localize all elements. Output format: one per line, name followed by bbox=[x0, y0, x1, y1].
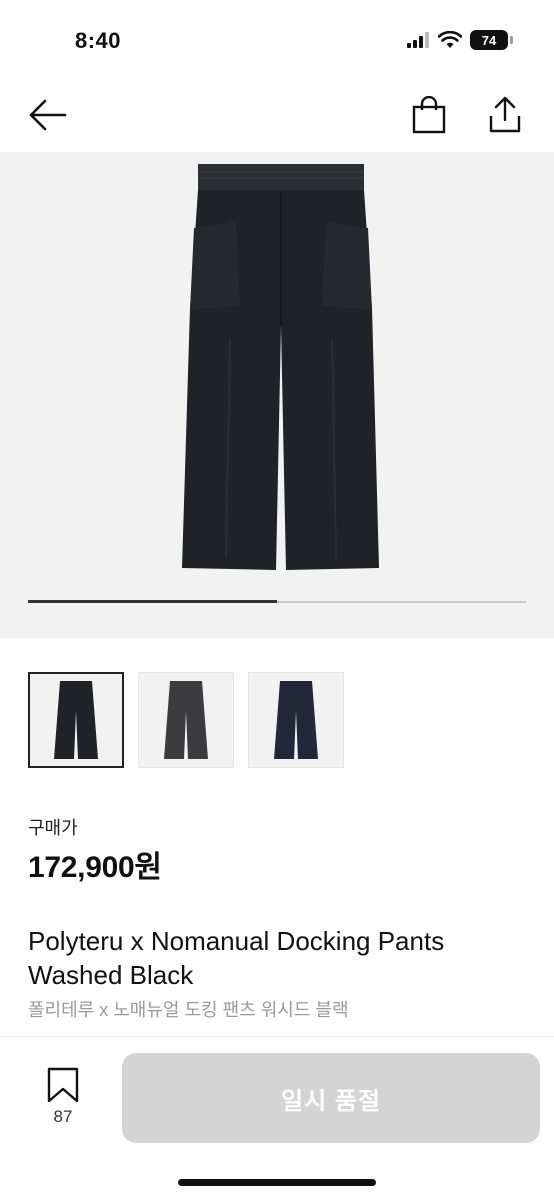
home-indicator bbox=[178, 1179, 376, 1186]
thumbnail-image bbox=[54, 681, 98, 759]
thumbnail-image bbox=[274, 681, 318, 759]
wishlist-button[interactable]: 87 bbox=[38, 1067, 88, 1129]
status-bar: 8:40 74 bbox=[0, 0, 554, 80]
product-image-carousel[interactable] bbox=[0, 152, 554, 638]
thumbnail-image bbox=[164, 681, 208, 759]
thumbnail-charcoal[interactable] bbox=[138, 672, 234, 768]
thumbnail-washed-black[interactable] bbox=[28, 672, 124, 768]
bottom-action-bar: 87 일시 품절 bbox=[0, 1036, 554, 1200]
cart-button[interactable] bbox=[406, 92, 452, 138]
product-title: Polyteru x Nomanual Docking Pants Washed… bbox=[28, 926, 445, 990]
price: 172,900원 bbox=[28, 851, 162, 884]
nav-bar bbox=[0, 80, 554, 150]
share-button[interactable] bbox=[482, 92, 528, 138]
signal-icon bbox=[407, 32, 429, 48]
carousel-progress-fill bbox=[28, 600, 277, 603]
sold-out-button[interactable]: 일시 품절 bbox=[122, 1053, 540, 1143]
status-icons: 74 bbox=[406, 30, 513, 50]
carousel-progress bbox=[28, 600, 526, 603]
shopping-bag-icon bbox=[412, 96, 446, 134]
wishlist-count: 87 bbox=[53, 1107, 73, 1126]
thumbnail-list bbox=[28, 672, 344, 768]
product-image bbox=[182, 164, 379, 570]
thumbnail-pants-shape bbox=[164, 681, 208, 759]
thumbnail-navy[interactable] bbox=[248, 672, 344, 768]
share-icon bbox=[489, 96, 521, 133]
battery-indicator: 74 bbox=[470, 30, 513, 50]
thumbnail-pants-shape bbox=[274, 681, 318, 759]
price-label: 구매가 bbox=[28, 818, 78, 838]
back-button[interactable] bbox=[24, 92, 70, 138]
back-arrow-icon bbox=[29, 99, 67, 131]
product-title-korean: 폴리테루 x 노매뉴얼 도킹 팬츠 워시드 블랙 bbox=[28, 1000, 349, 1020]
thumbnail-pants-shape bbox=[54, 681, 98, 759]
status-time: 8:40 bbox=[75, 28, 122, 53]
bookmark-icon bbox=[47, 1067, 79, 1103]
wifi-icon bbox=[438, 31, 462, 48]
